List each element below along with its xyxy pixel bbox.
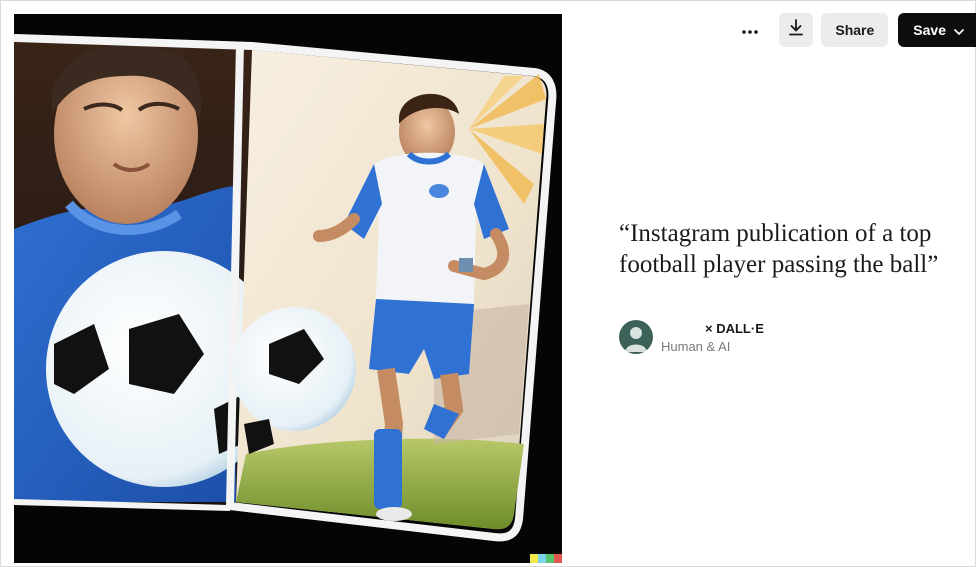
prompt-text: “Instagram publication of a top football… [619,220,939,278]
ellipsis-icon [742,21,759,39]
creator-info: × DALL·E Human & AI [619,320,764,354]
signature-color-2 [538,554,546,563]
chevron-down-icon [954,22,964,38]
download-button[interactable] [779,13,814,47]
generated-image[interactable] [14,14,562,563]
avatar[interactable] [619,320,653,354]
signature-color-3 [546,554,554,563]
signature-color-4 [554,554,562,563]
share-label: Share [835,22,875,38]
user-icon [625,327,647,352]
dalle-signature-strip [530,554,562,563]
more-options-button[interactable] [733,13,767,47]
creator-subtitle: Human & AI [661,338,731,354]
artwork-illustration [14,34,557,542]
save-label: Save [913,22,946,38]
image-toolbar: Share Save [733,13,976,47]
creator-name[interactable]: × DALL·E [661,321,764,336]
share-button[interactable]: Share [821,13,889,47]
signature-color-1 [530,554,538,563]
save-button[interactable]: Save [898,13,976,47]
download-icon [788,19,804,41]
